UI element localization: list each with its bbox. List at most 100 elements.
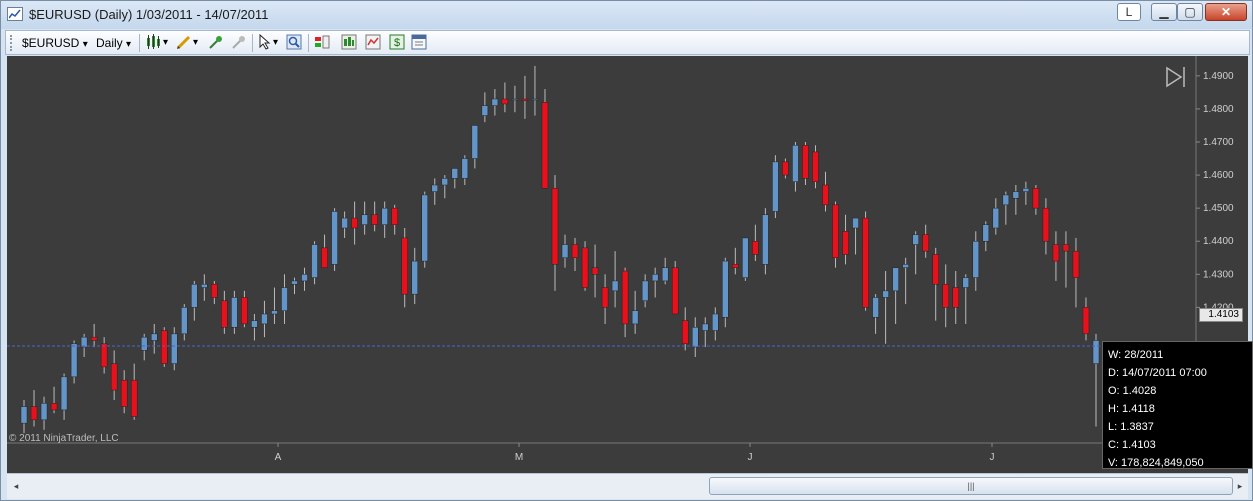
candle-body[interactable]: [1062, 244, 1070, 252]
candle-body[interactable]: [581, 247, 589, 288]
close-button[interactable]: ✕: [1205, 3, 1247, 21]
candle-body[interactable]: [762, 214, 769, 265]
properties-icon[interactable]: [411, 34, 427, 52]
candle-body[interactable]: [1022, 188, 1030, 192]
scrollbar-thumb[interactable]: |||: [709, 477, 1233, 495]
strategies-icon[interactable]: [314, 34, 330, 52]
title-bar[interactable]: $EURUSD (Daily) 1/03/2011 - 14/07/2011 L…: [1, 1, 1252, 29]
candle-body[interactable]: [802, 145, 809, 179]
candle-body[interactable]: [692, 326, 699, 348]
drawing-tools-icon[interactable]: [176, 34, 192, 52]
candle-body[interactable]: [321, 247, 328, 268]
candle-body[interactable]: [1082, 307, 1090, 335]
candle-body[interactable]: [1052, 244, 1060, 262]
candle-body[interactable]: [201, 283, 208, 288]
toolbar-grip-icon[interactable]: [10, 35, 15, 51]
scroll-to-end-icon[interactable]: [1166, 66, 1185, 88]
candle-body[interactable]: [631, 310, 639, 325]
candle-body[interactable]: [40, 403, 48, 421]
candle-body[interactable]: [912, 234, 919, 245]
candle-body[interactable]: [90, 336, 98, 341]
candle-body[interactable]: [341, 217, 348, 229]
cursor-icon[interactable]: [258, 33, 272, 52]
candle-body[interactable]: [952, 287, 959, 308]
indicator-panel-icon[interactable]: [365, 34, 381, 52]
candle-body[interactable]: [421, 194, 428, 262]
chevron-down-icon[interactable]: ▾: [193, 34, 198, 52]
candle-body[interactable]: [671, 267, 679, 315]
candle-body[interactable]: [621, 270, 629, 325]
candle-body[interactable]: [732, 264, 739, 268]
candle-body[interactable]: [982, 224, 990, 242]
bar-type-icon[interactable]: [146, 34, 162, 52]
horizontal-scrollbar[interactable]: ◂ ||| ▸: [7, 473, 1248, 499]
candle-body[interactable]: [221, 300, 228, 328]
candle-body[interactable]: [712, 313, 719, 331]
candle-body[interactable]: [501, 98, 509, 105]
candle-body[interactable]: [932, 254, 939, 285]
candle-body[interactable]: [972, 240, 980, 278]
candle-body[interactable]: [140, 336, 148, 351]
candle-body[interactable]: [1042, 207, 1050, 242]
candle-body[interactable]: [241, 297, 248, 325]
candle-body[interactable]: [1032, 188, 1040, 209]
candle-body[interactable]: [772, 161, 779, 212]
candle-body[interactable]: [120, 379, 128, 407]
candle-body[interactable]: [441, 178, 449, 186]
candle-body[interactable]: [461, 158, 469, 179]
candle-body[interactable]: [301, 274, 308, 282]
candle-body[interactable]: [852, 217, 859, 229]
candle-body[interactable]: [130, 379, 138, 417]
add-indicator-icon[interactable]: [208, 34, 224, 52]
candle-body[interactable]: [491, 98, 499, 106]
candle-body[interactable]: [822, 184, 829, 206]
candle-body[interactable]: [962, 277, 970, 288]
candle-body[interactable]: [611, 280, 619, 292]
candle-body[interactable]: [431, 184, 439, 192]
candle-body[interactable]: [782, 161, 789, 176]
instrument-selector[interactable]: $EURUSD ▾: [22, 34, 88, 52]
candle-body[interactable]: [651, 274, 659, 282]
candle-body[interactable]: [161, 330, 168, 364]
scroll-right-icon[interactable]: ▸: [1233, 478, 1247, 494]
candle-body[interactable]: [291, 280, 298, 285]
candle-body[interactable]: [231, 297, 238, 328]
candle-body[interactable]: [531, 98, 539, 101]
candle-body[interactable]: [571, 244, 579, 259]
candle-body[interactable]: [902, 264, 909, 268]
candle-body[interactable]: [882, 290, 889, 298]
candle-body[interactable]: [211, 283, 218, 298]
candle-body[interactable]: [812, 151, 819, 182]
dollar-icon[interactable]: $: [389, 34, 405, 52]
candle-body[interactable]: [922, 234, 929, 252]
candle-body[interactable]: [411, 260, 418, 295]
chart-app-icon[interactable]: [7, 7, 23, 21]
candle-body[interactable]: [872, 297, 879, 318]
candle-body[interactable]: [942, 283, 949, 308]
candle-body[interactable]: [311, 244, 318, 278]
candle-body[interactable]: [361, 214, 368, 225]
candle-body[interactable]: [271, 310, 278, 315]
candle-body[interactable]: [100, 343, 108, 368]
price-chart[interactable]: 1.4900 1.4800 1.4700 1.4600 1.4500 1.4400 1.43…: [7, 56, 1248, 473]
candle-body[interactable]: [681, 320, 689, 345]
chart-style-icon[interactable]: [341, 34, 357, 52]
candle-body[interactable]: [181, 307, 188, 335]
candle-body[interactable]: [191, 283, 198, 308]
candle-body[interactable]: [792, 145, 799, 182]
candle-body[interactable]: [561, 244, 569, 259]
candle-body[interactable]: [1002, 194, 1010, 206]
candle-body[interactable]: [661, 267, 669, 282]
candle-body[interactable]: [992, 207, 1000, 229]
candle-body[interactable]: [722, 260, 729, 318]
candle-body[interactable]: [371, 214, 378, 225]
candle-body[interactable]: [281, 287, 288, 311]
chevron-down-icon[interactable]: ▾: [273, 34, 278, 52]
candle-body[interactable]: [30, 406, 38, 421]
minimize-button[interactable]: ▁: [1151, 3, 1177, 21]
candle-body[interactable]: [391, 207, 398, 225]
interval-selector[interactable]: Daily ▾: [96, 34, 131, 52]
candle-body[interactable]: [401, 237, 408, 295]
candle-body[interactable]: [702, 323, 709, 331]
scroll-left-icon[interactable]: ◂: [9, 478, 23, 494]
